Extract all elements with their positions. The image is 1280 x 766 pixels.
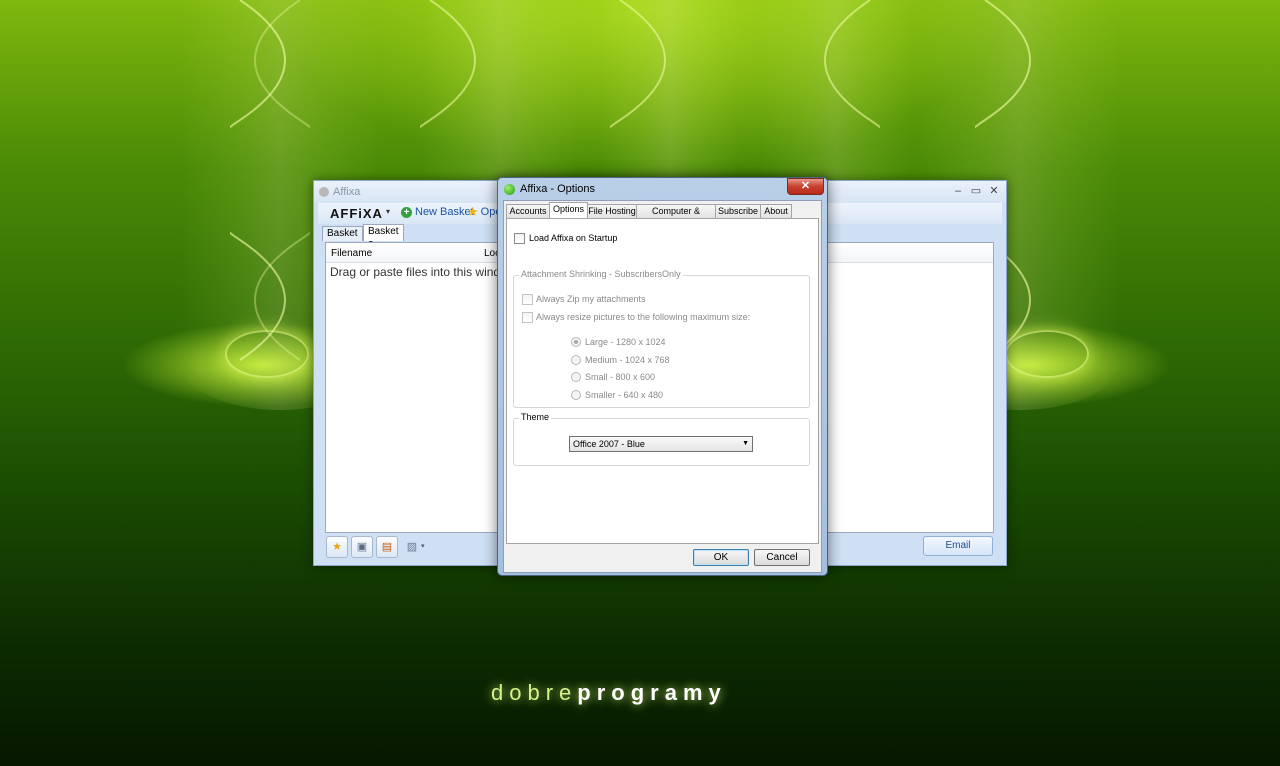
new-basket-label: New Basket: [415, 206, 474, 218]
always-resize-label: Always resize pictures to the following …: [536, 312, 751, 322]
chevron-down-icon[interactable]: ▾: [386, 207, 390, 216]
brand-bold: programy: [577, 680, 727, 705]
email-button[interactable]: Email: [923, 536, 993, 556]
always-zip-label: Always Zip my attachments: [536, 294, 646, 304]
new-basket-button[interactable]: + New Basket: [401, 206, 474, 218]
theme-group: Theme Office 2007 - Blue ▼: [513, 412, 810, 466]
ok-button[interactable]: OK: [693, 549, 749, 566]
cancel-button[interactable]: Cancel: [754, 549, 810, 566]
favorites-icon[interactable]: ★: [326, 536, 348, 558]
theme-group-title: Theme: [519, 412, 552, 422]
close-icon[interactable]: ✕: [986, 184, 1002, 198]
drop-hint: Drag or paste files into this window: [330, 265, 516, 279]
tab-about[interactable]: About: [760, 204, 792, 218]
shrinking-group-title: Attachment Shrinking - SubscribersOnly: [519, 269, 683, 279]
affixa-logo[interactable]: AFFiXA: [330, 206, 383, 221]
size-medium-label: Medium - 1024 x 768: [585, 355, 670, 365]
size-smaller-radio[interactable]: [571, 390, 581, 400]
tab-basket-2[interactable]: Basket 2: [363, 224, 404, 251]
column-filename[interactable]: Filename: [331, 248, 372, 259]
size-large-radio[interactable]: [571, 337, 581, 347]
size-small-label: Small - 800 x 600: [585, 372, 656, 382]
theme-select-value: Office 2007 - Blue: [573, 439, 645, 449]
bag-icon[interactable]: ▤: [376, 536, 398, 558]
monitor-icon[interactable]: ▣: [351, 536, 373, 558]
star-icon: ★: [467, 204, 479, 219]
brand-logo: dobreprogramy: [491, 680, 727, 706]
main-window-title: Affixa: [333, 186, 361, 198]
affixa-icon: [504, 184, 515, 195]
options-tab-page: Load Affixa on Startup Attachment Shrink…: [506, 218, 819, 544]
always-zip-checkbox[interactable]: [522, 294, 533, 305]
shrinking-group: Attachment Shrinking - SubscribersOnly A…: [513, 269, 810, 408]
image-icon[interactable]: ▨: [401, 536, 423, 558]
size-small-radio[interactable]: [571, 372, 581, 382]
image-chevron-icon[interactable]: ▾: [421, 542, 425, 550]
load-on-startup-label: Load Affixa on Startup: [529, 233, 618, 243]
theme-select[interactable]: Office 2007 - Blue ▼: [569, 436, 753, 452]
options-dialog: Affixa - Options ✕ Accounts Options File…: [497, 177, 828, 576]
tab-computer-internet[interactable]: Computer & Internet: [636, 204, 716, 229]
dropdown-arrow-icon[interactable]: ▼: [742, 437, 749, 451]
tab-file-hosting[interactable]: File Hosting: [587, 204, 637, 218]
tab-subscribe[interactable]: Subscribe: [715, 204, 761, 218]
tab-accounts[interactable]: Accounts: [506, 204, 550, 218]
always-resize-checkbox[interactable]: [522, 312, 533, 323]
size-smaller-label: Smaller - 640 x 480: [585, 390, 664, 400]
brand-light: dobre: [491, 680, 578, 705]
load-on-startup-checkbox[interactable]: [514, 233, 525, 244]
tab-basket-1[interactable]: Basket 1: [322, 226, 363, 253]
dialog-close-icon[interactable]: ✕: [787, 178, 824, 195]
size-medium-radio[interactable]: [571, 355, 581, 365]
maximize-icon[interactable]: ▭: [968, 184, 984, 198]
minimize-icon[interactable]: –: [950, 184, 966, 198]
size-large-label: Large - 1280 x 1024: [585, 337, 666, 347]
app-icon: [319, 187, 329, 197]
dialog-body: Accounts Options File Hosting Computer &…: [503, 200, 822, 573]
plus-icon: +: [401, 206, 412, 218]
dialog-title: Affixa - Options: [520, 183, 595, 195]
tab-options[interactable]: Options: [549, 202, 588, 219]
